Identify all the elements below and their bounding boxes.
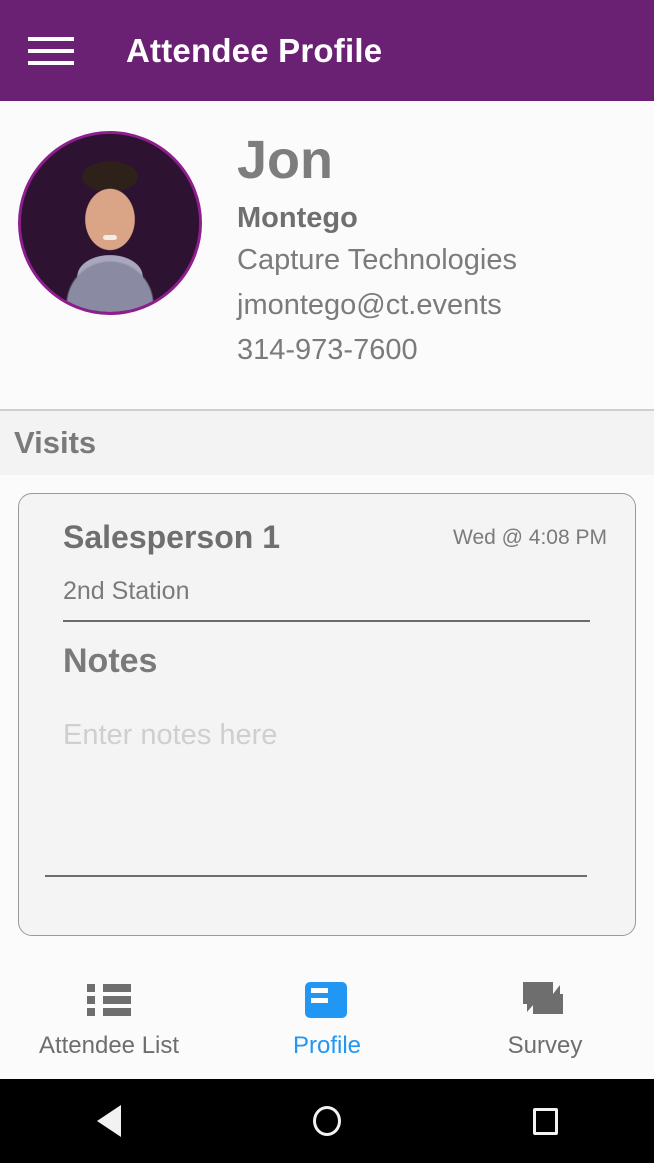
list-icon — [87, 982, 131, 1020]
tab-profile[interactable]: Profile — [218, 981, 436, 1060]
tab-label-attendee-list: Attendee List — [38, 1031, 180, 1059]
visit-timestamp: Wed @ 4:08 PM — [453, 526, 607, 549]
attendee-first-name: Jon — [237, 130, 334, 190]
notes-title: Notes — [63, 642, 158, 681]
tab-label-profile: Profile — [292, 1031, 362, 1059]
recents-button[interactable] — [436, 1107, 654, 1135]
contact-card-icon — [305, 981, 349, 1020]
visit-card[interactable]: Salesperson 1 Wed @ 4:08 PM 2nd Station … — [18, 493, 636, 936]
app-bar: Attendee Profile — [0, 0, 654, 101]
home-button[interactable] — [218, 1106, 436, 1136]
tab-survey[interactable]: Survey — [436, 981, 654, 1060]
hamburger-bar — [28, 36, 74, 41]
avatar — [18, 131, 202, 315]
avatar-photo — [21, 134, 199, 312]
attendee-email[interactable]: jmontego@ct.events — [237, 283, 634, 328]
system-navigation-bar — [0, 1079, 654, 1163]
station-divider — [63, 620, 590, 623]
bottom-tab-bar: Attendee List Profile Survey — [0, 962, 654, 1079]
profile-details: Jon Montego Capture Technologies jmonteg… — [202, 131, 634, 387]
home-circle-icon — [313, 1106, 341, 1136]
recents-square-icon — [532, 1107, 558, 1135]
visits-section-header: Visits — [0, 411, 654, 475]
notes-input[interactable]: Enter notes here — [63, 719, 607, 752]
tab-attendee-list[interactable]: Attendee List — [0, 982, 218, 1060]
visit-salesperson: Salesperson 1 — [63, 519, 280, 555]
hamburger-menu-icon[interactable] — [28, 34, 74, 68]
visit-station: 2nd Station — [63, 577, 190, 606]
back-button[interactable] — [0, 1105, 218, 1137]
tab-label-survey: Survey — [507, 1031, 583, 1059]
visit-card-header: Salesperson 1 Wed @ 4:08 PM — [63, 519, 607, 555]
visits-list: Salesperson 1 Wed @ 4:08 PM 2nd Station … — [0, 475, 654, 962]
visits-title: Visits — [14, 425, 97, 460]
profile-header: Jon Montego Capture Technologies jmonteg… — [0, 101, 654, 411]
hamburger-bar — [28, 60, 74, 65]
attendee-phone[interactable]: 314-973-7600 — [237, 328, 634, 373]
attendee-last-name: Montego — [237, 202, 358, 234]
attendee-company: Capture Technologies — [237, 244, 517, 277]
back-triangle-icon — [97, 1105, 121, 1137]
attendee-profile-screen: Attendee Profile Jon Montego Capture Tec… — [0, 0, 654, 1163]
hamburger-bar — [28, 48, 74, 53]
notes-underline — [45, 875, 587, 877]
forum-icon — [523, 981, 567, 1020]
page-title: Attendee Profile — [126, 31, 383, 69]
